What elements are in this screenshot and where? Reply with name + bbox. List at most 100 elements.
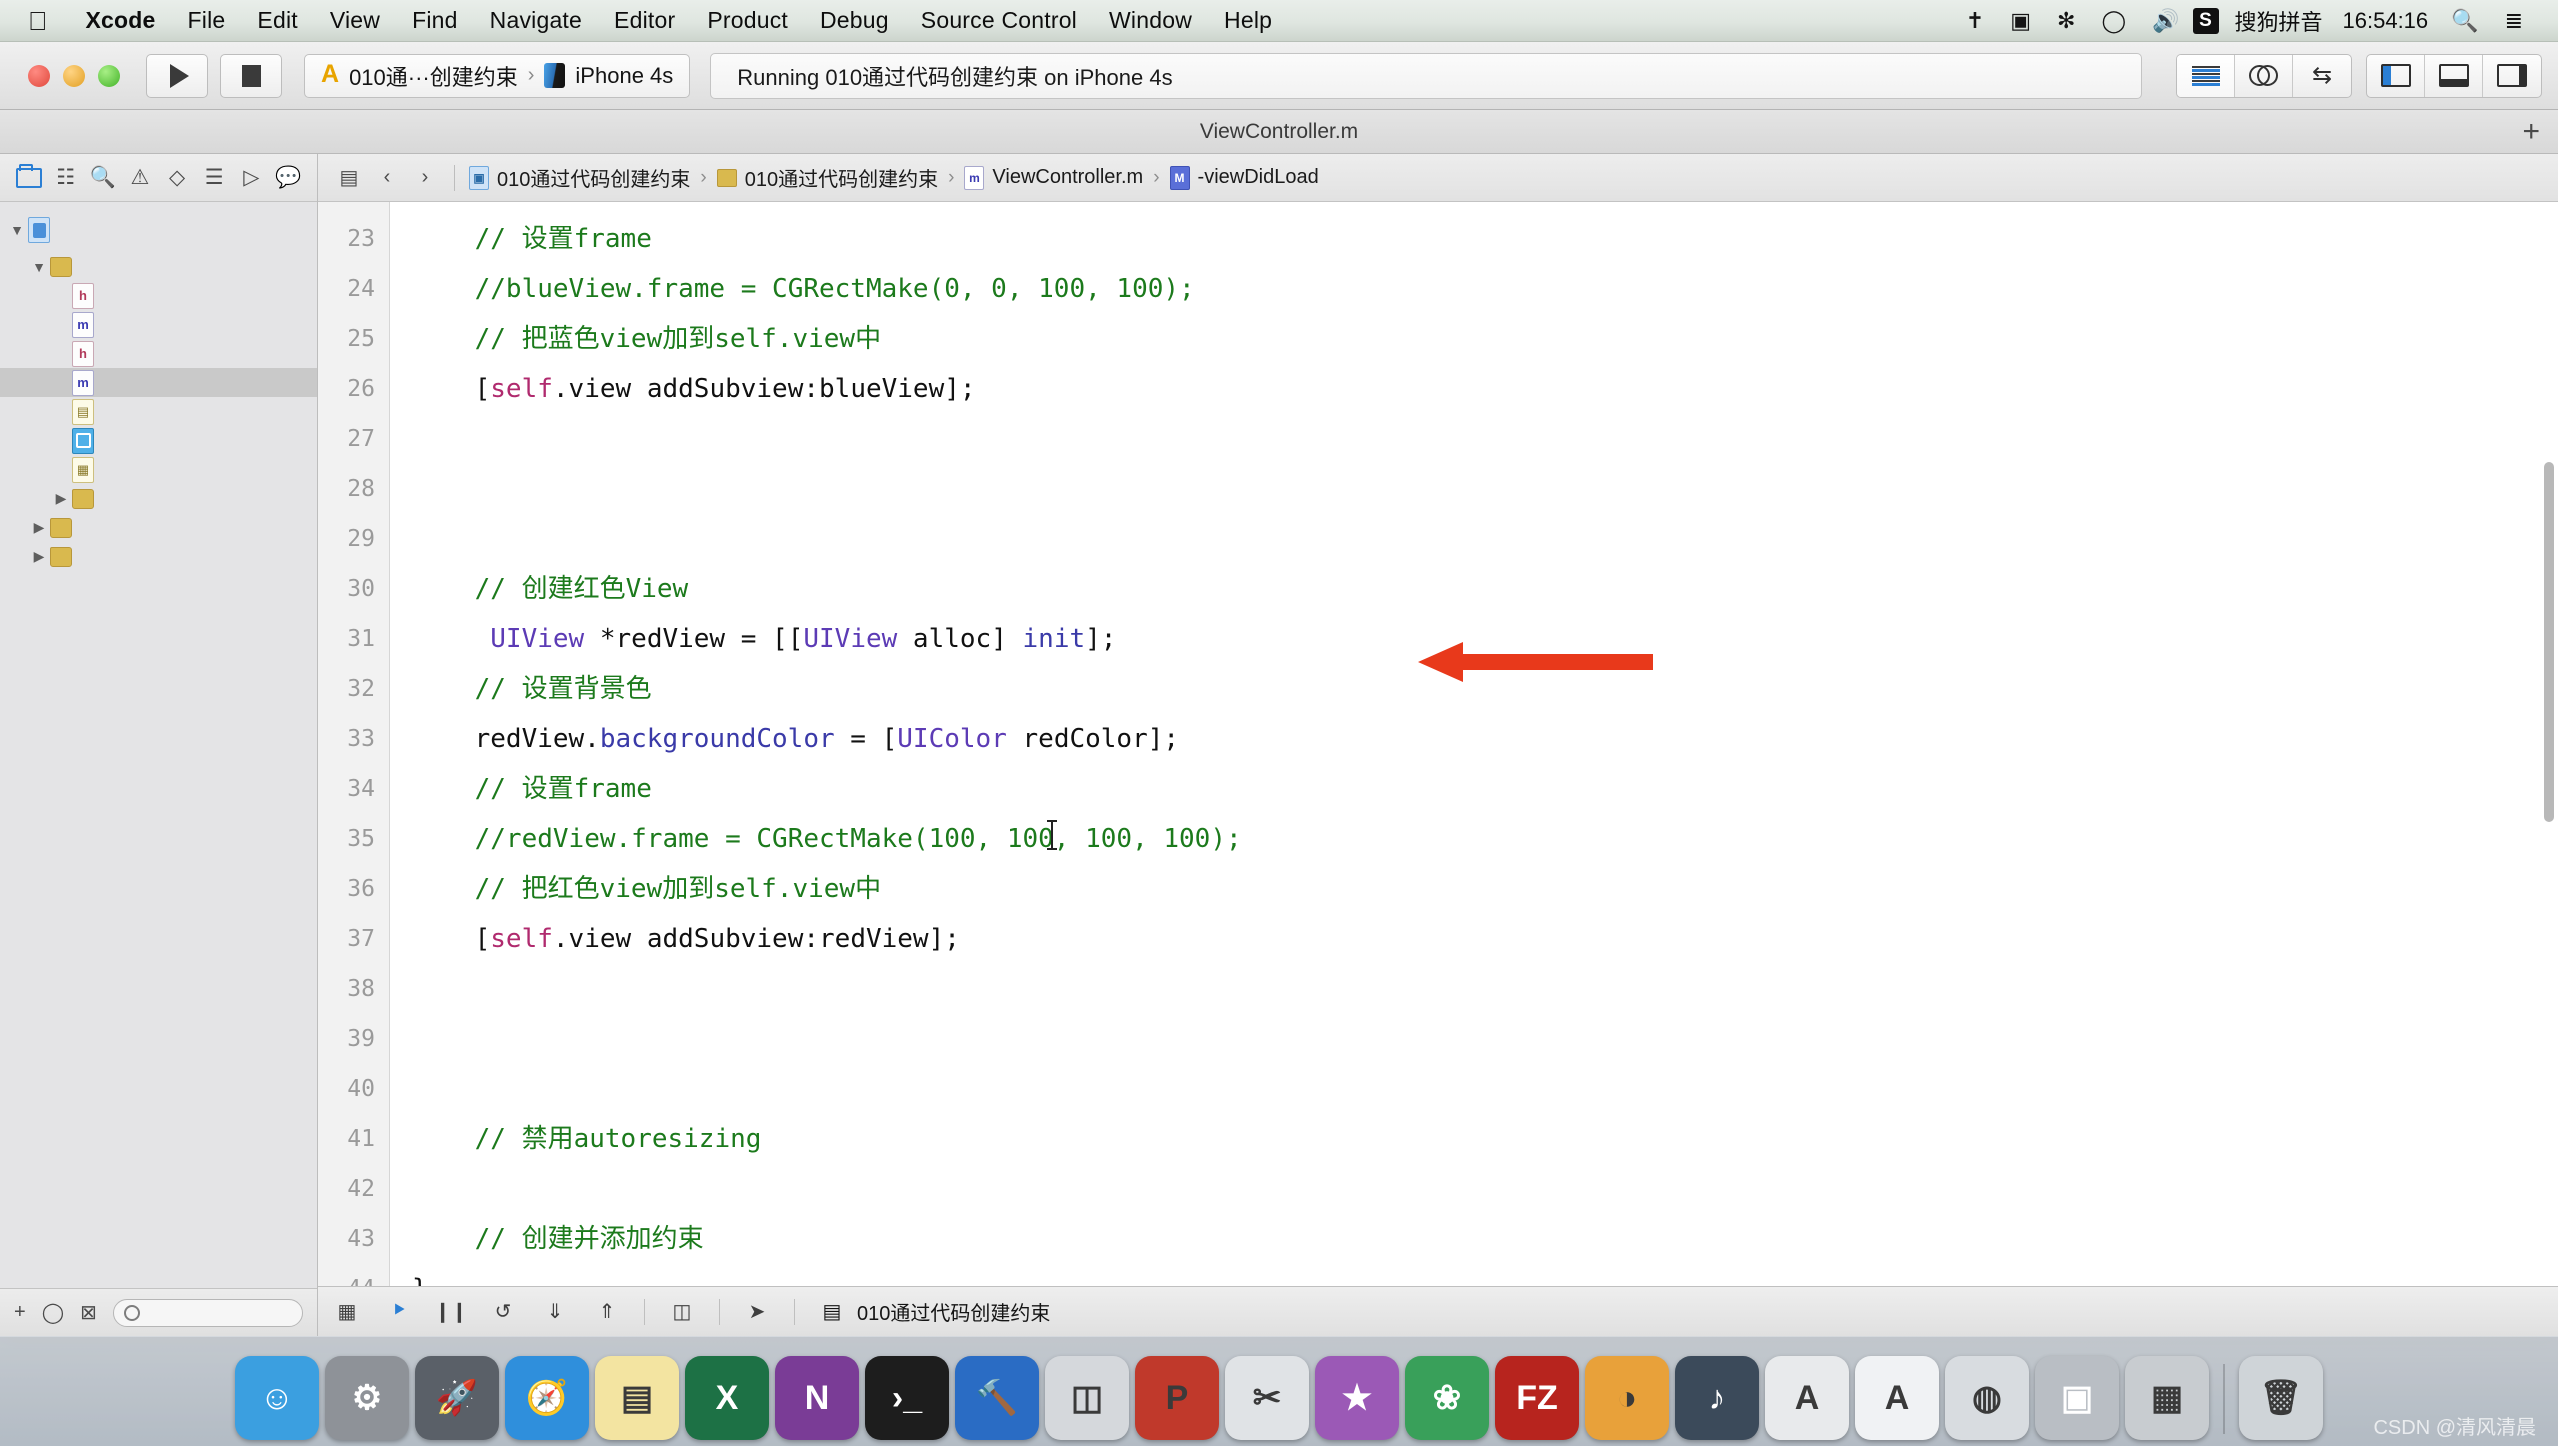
notes-icon[interactable]: ▤ <box>595 1356 679 1440</box>
bluetooth-icon[interactable]: ✝ <box>1953 8 1997 34</box>
disclosure-triangle-icon[interactable]: ▶ <box>28 519 50 536</box>
menu-bar-clock[interactable]: 16:54:16 <box>2333 8 2439 34</box>
breadcrumb-group[interactable]: 010通过代码创建约束 <box>715 163 940 192</box>
airdrop-icon[interactable]: ✻ <box>2044 8 2088 34</box>
breadcrumb-project[interactable]: ▣ 010通过代码创建约束 <box>467 163 692 192</box>
close-window-button[interactable] <box>28 65 50 87</box>
input-method-label[interactable]: 搜狗拼音 <box>2225 5 2333 37</box>
step-into-icon[interactable]: ⇓ <box>540 1298 570 1326</box>
stop-button[interactable] <box>220 54 282 98</box>
screen-record-icon[interactable]: ▣ <box>1997 8 2044 34</box>
appstore-icon[interactable]: A <box>1765 1356 1849 1440</box>
launchpad-icon[interactable]: 🚀 <box>415 1356 499 1440</box>
code-line[interactable]: // 创建红色View <box>412 564 2558 614</box>
volume-icon[interactable]: 🔊 <box>2139 8 2192 34</box>
step-out-icon[interactable]: ⇑ <box>592 1298 622 1326</box>
step-over-icon[interactable]: ↺ <box>488 1298 518 1326</box>
code-line[interactable] <box>412 514 2558 564</box>
code-line[interactable]: UIView *redView = [[UIView alloc] init]; <box>412 614 2558 664</box>
debug-view-hierarchy-icon[interactable]: ◫ <box>667 1298 697 1326</box>
navigator-item[interactable]: ▶m <box>0 368 317 397</box>
code-line[interactable] <box>412 464 2558 514</box>
menu-item-navigate[interactable]: Navigate <box>474 7 598 34</box>
photos-icon[interactable]: ❀ <box>1405 1356 1489 1440</box>
code-line[interactable]: // 设置背景色 <box>412 664 2558 714</box>
code-line[interactable]: // 把蓝色view加到self.view中 <box>412 314 2558 364</box>
menu-item-editor[interactable]: Editor <box>598 7 691 34</box>
fontbook-icon[interactable]: A <box>1855 1356 1939 1440</box>
debug-area-toggle-button[interactable] <box>2425 55 2483 97</box>
terminal-icon[interactable]: ›_ <box>865 1356 949 1440</box>
downloads-icon[interactable]: ▦ <box>2125 1356 2209 1440</box>
menu-item-debug[interactable]: Debug <box>804 7 905 34</box>
finder-icon[interactable]: ☺ <box>235 1356 319 1440</box>
scheme-selector[interactable]: A 010通···创建约束 › iPhone 4s <box>304 54 690 98</box>
run-button[interactable] <box>146 54 208 98</box>
preview-icon[interactable]: ◍ <box>1945 1356 2029 1440</box>
add-file-button[interactable]: + <box>14 1301 26 1324</box>
pause-icon[interactable]: ❙❙ <box>436 1298 466 1326</box>
minimize-window-button[interactable] <box>63 65 85 87</box>
project-navigator-tab[interactable] <box>14 162 43 194</box>
debug-navigator-tab[interactable]: ☰ <box>200 162 229 194</box>
filezilla-icon[interactable]: FZ <box>1495 1356 1579 1440</box>
code-line[interactable]: } <box>412 1264 2558 1286</box>
menu-item-find[interactable]: Find <box>396 7 474 34</box>
excel-icon[interactable]: X <box>685 1356 769 1440</box>
snipaste-icon[interactable]: ✂ <box>1225 1356 1309 1440</box>
symbol-navigator-tab[interactable]: ☷ <box>51 162 80 194</box>
navigator-item[interactable]: ▼ <box>0 252 317 281</box>
show-debug-area-icon[interactable]: ▦ <box>332 1298 362 1326</box>
report-navigator-tab[interactable]: 💬 <box>274 162 303 194</box>
code-line[interactable]: // 把红色view加到self.view中 <box>412 864 2558 914</box>
navigator-item[interactable]: ▶▦ <box>0 455 317 484</box>
code-line[interactable] <box>412 414 2558 464</box>
find-navigator-tab[interactable]: 🔍 <box>88 162 117 194</box>
search-icon[interactable]: 🔍 <box>2438 8 2491 34</box>
code-line[interactable]: // 设置frame <box>412 214 2558 264</box>
code-line[interactable]: // 创建并添加约束 <box>412 1214 2558 1264</box>
code-line[interactable] <box>412 1064 2558 1114</box>
version-editor-button[interactable]: ⇆ <box>2293 55 2351 97</box>
input-method-badge[interactable]: S <box>2193 8 2219 34</box>
menu-item-window[interactable]: Window <box>1093 7 1208 34</box>
trash-icon[interactable]: 🗑 <box>2239 1356 2323 1440</box>
navigator-filter-field[interactable] <box>113 1299 303 1327</box>
code-line[interactable]: //blueView.frame = CGRectMake(0, 0, 100,… <box>412 264 2558 314</box>
navigator-item[interactable]: ▶ <box>0 513 317 542</box>
add-tab-button[interactable]: + <box>2522 117 2540 147</box>
code-line[interactable]: [self.view addSubview:redView]; <box>412 914 2558 964</box>
navigator-item[interactable]: ▶ <box>0 542 317 571</box>
notification-center-icon[interactable]: ≣ <box>2492 8 2536 34</box>
code-line[interactable]: // 禁用autoresizing <box>412 1114 2558 1164</box>
navigator-item[interactable]: ▶h <box>0 281 317 310</box>
editor-scrollbar[interactable] <box>2544 462 2554 822</box>
menu-item-xcode[interactable]: Xcode <box>70 7 172 34</box>
related-files-icon[interactable]: ▤ <box>332 165 366 190</box>
forward-arrow-icon[interactable]: › <box>408 166 442 189</box>
breakpoint-icon[interactable]: ⯈ <box>384 1298 414 1326</box>
simulate-location-icon[interactable]: ➤ <box>742 1298 772 1326</box>
code-line[interactable]: // 设置frame <box>412 764 2558 814</box>
code-line[interactable] <box>412 964 2558 1014</box>
menu-item-help[interactable]: Help <box>1208 7 1288 34</box>
screens-icon[interactable]: ▣ <box>2035 1356 2119 1440</box>
code-line[interactable]: //redView.frame = CGRectMake(100, 100, 1… <box>412 814 2558 864</box>
zoom-window-button[interactable] <box>98 65 120 87</box>
navigator-item[interactable]: ▶ <box>0 484 317 513</box>
navigator-item[interactable]: ▶h <box>0 339 317 368</box>
instruments-icon[interactable]: ◫ <box>1045 1356 1129 1440</box>
clock-icon[interactable]: ◯ <box>2088 8 2139 34</box>
code-line[interactable] <box>412 1164 2558 1214</box>
navigator-item[interactable]: ▶▤ <box>0 397 317 426</box>
onenote-icon[interactable]: N <box>775 1356 859 1440</box>
menu-item-source-control[interactable]: Source Control <box>905 7 1093 34</box>
assistant-editor-button[interactable] <box>2235 55 2293 97</box>
menu-item-edit[interactable]: Edit <box>241 7 313 34</box>
debug-process-label[interactable]: ▤ 010通过代码创建约束 <box>817 1297 1050 1326</box>
imovie-icon[interactable]: ★ <box>1315 1356 1399 1440</box>
code-line[interactable] <box>412 1014 2558 1064</box>
menu-item-view[interactable]: View <box>314 7 396 34</box>
sourcetree-icon[interactable]: P <box>1135 1356 1219 1440</box>
settings-icon[interactable]: ⚙ <box>325 1356 409 1440</box>
